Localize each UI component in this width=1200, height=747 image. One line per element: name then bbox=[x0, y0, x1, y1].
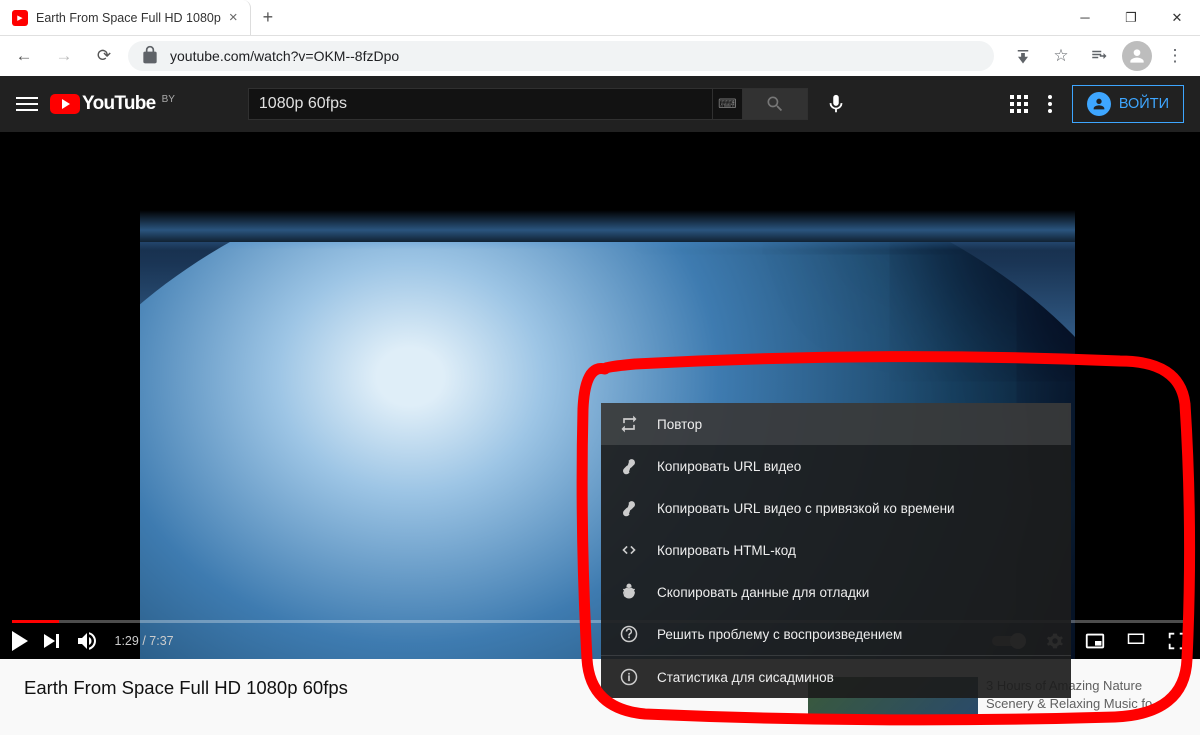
lock-icon bbox=[140, 45, 160, 68]
miniplayer-icon[interactable] bbox=[1084, 630, 1106, 652]
menu-label: Статистика для сисадминов bbox=[657, 670, 834, 685]
reading-list-icon[interactable] bbox=[1082, 40, 1116, 72]
address-bar[interactable]: youtube.com/watch?v=OKM--8fzDpo bbox=[128, 41, 994, 71]
menu-copy-url-time[interactable]: Копировать URL видео с привязкой ко врем… bbox=[601, 487, 1071, 529]
signin-button[interactable]: ВОЙТИ bbox=[1072, 85, 1184, 123]
youtube-logo-icon bbox=[50, 94, 80, 114]
browser-toolbar: ← → ⟳ youtube.com/watch?v=OKM--8fzDpo ☆ … bbox=[0, 36, 1200, 76]
bug-icon bbox=[619, 582, 639, 602]
youtube-header: YouTube BY ⌨ ВОЙТИ bbox=[0, 76, 1200, 132]
youtube-logo-text: YouTube bbox=[82, 93, 156, 115]
bookmark-icon[interactable]: ☆ bbox=[1044, 40, 1078, 72]
youtube-favicon bbox=[12, 10, 28, 26]
close-window-button[interactable]: ✕ bbox=[1154, 0, 1200, 35]
search-input[interactable] bbox=[248, 88, 713, 120]
menu-loop[interactable]: Повтор bbox=[601, 403, 1071, 445]
back-button[interactable]: ← bbox=[8, 40, 40, 72]
voice-search-button[interactable] bbox=[816, 84, 856, 124]
keyboard-icon[interactable]: ⌨ bbox=[713, 88, 743, 120]
code-icon bbox=[619, 540, 639, 560]
menu-label: Решить проблему с воспроизведением bbox=[657, 627, 902, 642]
browser-tab[interactable]: Earth From Space Full HD 1080p × bbox=[0, 0, 251, 35]
minimize-button[interactable]: ─ bbox=[1062, 0, 1108, 35]
menu-copy-url[interactable]: Копировать URL видео bbox=[601, 445, 1071, 487]
youtube-logo[interactable]: YouTube BY bbox=[50, 93, 175, 115]
play-button[interactable] bbox=[12, 631, 28, 651]
link-icon bbox=[619, 456, 639, 476]
forward-button[interactable]: → bbox=[48, 40, 80, 72]
signin-avatar-icon bbox=[1087, 92, 1111, 116]
download-icon[interactable] bbox=[1006, 40, 1040, 72]
player-context-menu: Повтор Копировать URL видео Копировать U… bbox=[601, 403, 1071, 698]
menu-stats[interactable]: Статистика для сисадминов bbox=[601, 656, 1071, 698]
menu-label: Повтор bbox=[657, 417, 702, 432]
menu-label: Копировать URL видео с привязкой ко врем… bbox=[657, 501, 955, 516]
new-tab-button[interactable]: + bbox=[251, 0, 286, 35]
menu-label: Скопировать данные для отладки bbox=[657, 585, 869, 600]
search-box: ⌨ bbox=[248, 88, 808, 120]
window-titlebar: Earth From Space Full HD 1080p × + ─ ❐ ✕ bbox=[0, 0, 1200, 36]
help-icon bbox=[619, 624, 639, 644]
url-text: youtube.com/watch?v=OKM--8fzDpo bbox=[170, 48, 399, 64]
menu-copy-embed[interactable]: Копировать HTML-код bbox=[601, 529, 1071, 571]
signin-label: ВОЙТИ bbox=[1119, 96, 1169, 112]
close-tab-icon[interactable]: × bbox=[229, 9, 238, 26]
link-icon bbox=[619, 498, 639, 518]
time-display: 1:29 / 7:37 bbox=[115, 634, 174, 648]
hamburger-menu-icon[interactable] bbox=[16, 89, 38, 119]
window-controls: ─ ❐ ✕ bbox=[1062, 0, 1200, 35]
maximize-button[interactable]: ❐ bbox=[1108, 0, 1154, 35]
browser-menu-icon[interactable]: ⋮ bbox=[1158, 40, 1192, 72]
loop-icon bbox=[619, 414, 639, 434]
menu-label: Копировать HTML-код bbox=[657, 543, 796, 558]
next-button[interactable] bbox=[44, 634, 59, 648]
theater-mode-icon[interactable] bbox=[1124, 632, 1148, 650]
reload-button[interactable]: ⟳ bbox=[88, 40, 120, 72]
search-button[interactable] bbox=[743, 88, 808, 120]
more-options-icon[interactable] bbox=[1048, 95, 1052, 113]
profile-avatar[interactable] bbox=[1120, 40, 1154, 72]
volume-button[interactable] bbox=[75, 629, 99, 653]
menu-troubleshoot[interactable]: Решить проблему с воспроизведением bbox=[601, 613, 1071, 655]
tab-title: Earth From Space Full HD 1080p bbox=[36, 11, 221, 25]
menu-copy-debug[interactable]: Скопировать данные для отладки bbox=[601, 571, 1071, 613]
info-icon bbox=[619, 667, 639, 687]
fullscreen-icon[interactable] bbox=[1166, 630, 1188, 652]
youtube-region: BY bbox=[162, 94, 175, 105]
apps-grid-icon[interactable] bbox=[1010, 95, 1028, 113]
menu-label: Копировать URL видео bbox=[657, 459, 801, 474]
